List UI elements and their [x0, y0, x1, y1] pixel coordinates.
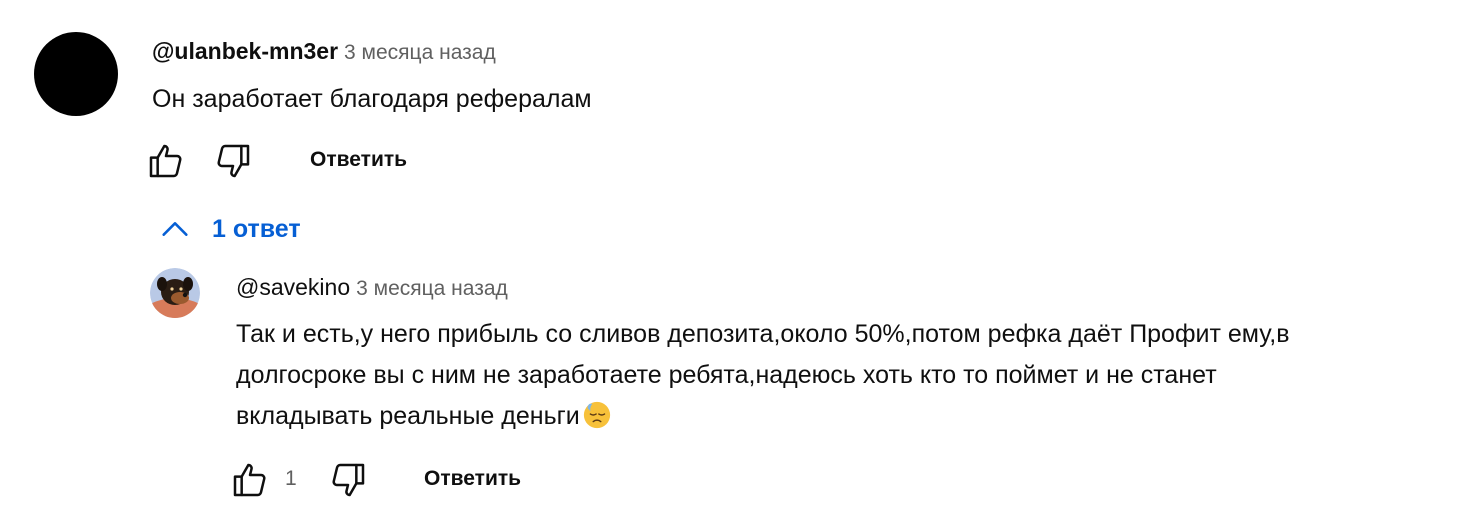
reply-header: @savekino 3 месяца назад: [236, 274, 508, 301]
thumbs-down-icon: [332, 463, 365, 497]
reply-avatar[interactable]: [150, 268, 200, 318]
reply-text-line-end: вкладывать реальные деньги: [236, 402, 580, 430]
avatar[interactable]: [34, 32, 118, 116]
downcast-face-with-sweat-icon: [583, 401, 610, 429]
reply-timestamp[interactable]: 3 месяца назад: [356, 277, 508, 300]
replies-toggle[interactable]: 1 ответ: [158, 212, 301, 246]
thumbs-up-icon: [149, 144, 182, 178]
thumbs-up-icon: [233, 463, 266, 497]
reply-button[interactable]: Ответить: [310, 148, 407, 172]
like-count: 1: [285, 467, 297, 490]
comment-header: @ulanbek-mn3er 3 месяца назад: [152, 38, 496, 65]
reply-text: Так и есть,у него прибыль со сливов депо…: [236, 314, 1290, 437]
thumbs-down-icon: [217, 144, 250, 178]
dislike-button[interactable]: [212, 140, 254, 182]
like-button[interactable]: [145, 140, 187, 182]
replies-count: 1 ответ: [212, 214, 301, 243]
reply-author[interactable]: @savekino: [236, 274, 350, 300]
reply-text-line: Так и есть,у него прибыль со сливов депо…: [236, 320, 1290, 348]
reply-reply-button[interactable]: Ответить: [424, 467, 521, 491]
chevron-up-icon: [162, 222, 188, 236]
reply-text-line: вкладывать реальные деньги: [236, 396, 1290, 437]
rottweiler-avatar-icon: [150, 268, 200, 318]
comment-author[interactable]: @ulanbek-mn3er: [152, 38, 338, 64]
reply-like-button[interactable]: [229, 459, 271, 501]
comment-text: Он заработает благодаря рефералам: [152, 85, 592, 113]
reply-text-line: долгосроке вы с ним не заработаете ребят…: [236, 361, 1217, 389]
comment-timestamp[interactable]: 3 месяца назад: [344, 41, 496, 64]
reply-dislike-button[interactable]: [327, 459, 369, 501]
